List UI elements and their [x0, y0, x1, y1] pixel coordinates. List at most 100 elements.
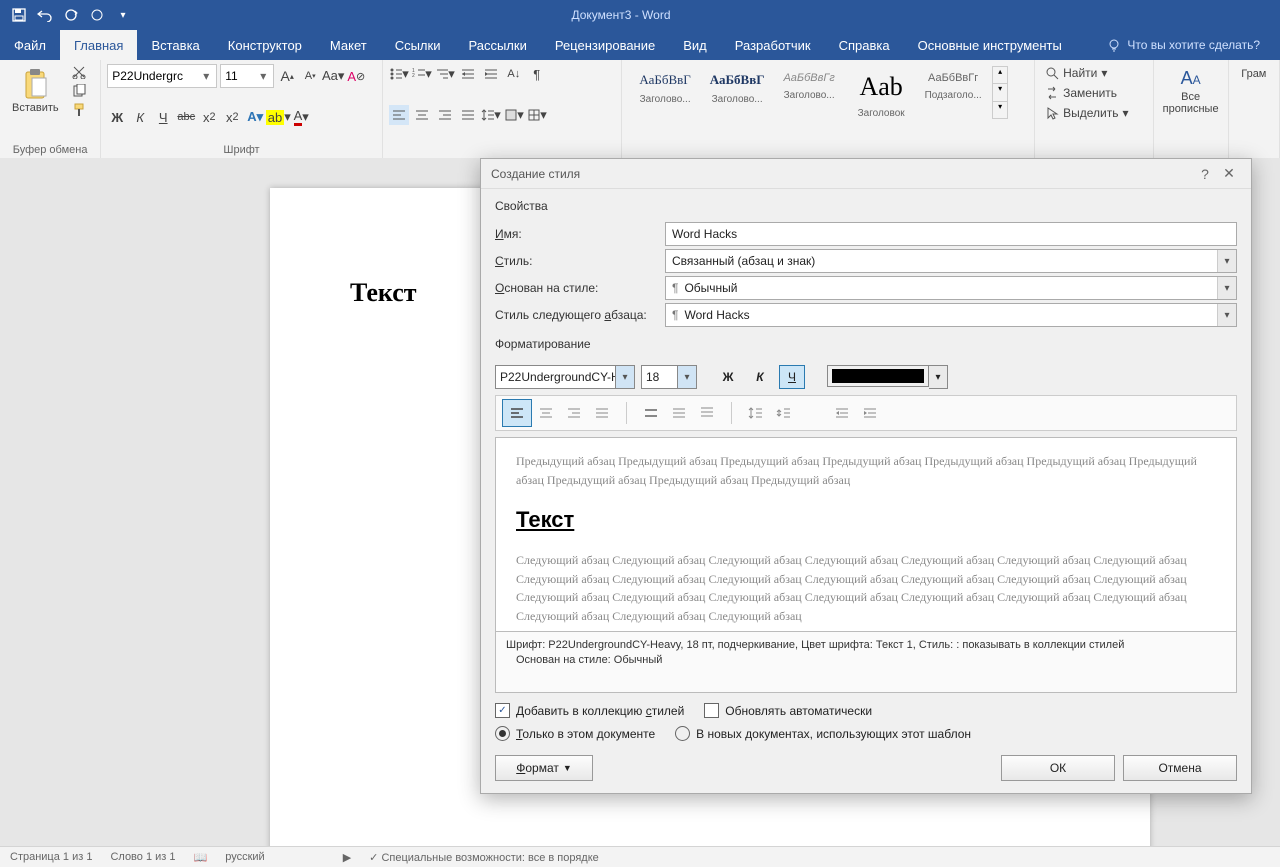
italic-button[interactable]: К — [130, 107, 150, 127]
chevron-down-icon[interactable]: ▾ — [929, 365, 948, 389]
all-caps-button[interactable]: AA Всепрописные — [1160, 64, 1222, 119]
dlg-spacing-15[interactable] — [665, 400, 693, 426]
tell-me-search[interactable]: Что вы хотите сделать? — [1107, 30, 1280, 60]
shading-icon[interactable]: ▾ — [504, 105, 524, 125]
numbering-icon[interactable]: 12▾ — [412, 64, 432, 84]
undo-icon[interactable] — [36, 6, 54, 24]
increase-indent-icon[interactable] — [481, 64, 501, 84]
style-type-select[interactable]: Связанный (абзац и знак)▾ — [665, 249, 1237, 273]
align-center-icon[interactable] — [412, 105, 432, 125]
shrink-font-icon[interactable]: A▾ — [300, 66, 320, 86]
tab-developer[interactable]: Разработчик — [721, 30, 825, 60]
dlg-size-combo[interactable]: 18▾ — [641, 365, 697, 389]
multilevel-list-icon[interactable]: ▾ — [435, 64, 455, 84]
grammar-button[interactable]: Грам — [1235, 64, 1273, 84]
line-spacing-icon[interactable]: ▾ — [481, 105, 501, 125]
align-right-icon[interactable] — [435, 105, 455, 125]
ok-button[interactable]: ОК — [1001, 755, 1115, 781]
grow-font-icon[interactable]: A▴ — [277, 66, 297, 86]
font-size-combo[interactable]: 11▾ — [220, 64, 274, 88]
highlight-icon[interactable]: ab▾ — [268, 107, 288, 127]
style-item[interactable]: AаbЗаголовок — [848, 66, 914, 119]
tab-help[interactable]: Справка — [825, 30, 904, 60]
justify-icon[interactable] — [458, 105, 478, 125]
dlg-align-right[interactable] — [560, 400, 588, 426]
dlg-spacing-2[interactable] — [693, 400, 721, 426]
dlg-para-space-dec[interactable] — [770, 400, 798, 426]
tab-home[interactable]: Главная — [60, 30, 137, 60]
change-case-icon[interactable]: Aa▾ — [323, 66, 343, 86]
styles-scroll-down[interactable]: ▾ — [993, 83, 1007, 100]
dlg-align-center[interactable] — [532, 400, 560, 426]
align-left-icon[interactable] — [389, 105, 409, 125]
dlg-indent-inc[interactable] — [856, 400, 884, 426]
dlg-font-color[interactable] — [827, 365, 929, 387]
name-input[interactable]: Word Hacks — [665, 222, 1237, 246]
show-marks-icon[interactable]: ¶ — [527, 64, 547, 84]
font-name-combo[interactable]: P22Undergrc▾ — [107, 64, 217, 88]
redo-icon[interactable] — [62, 6, 80, 24]
font-color-icon[interactable]: A▾ — [291, 107, 311, 127]
bullets-icon[interactable]: ▾ — [389, 64, 409, 84]
bold-button[interactable]: Ж — [107, 107, 127, 127]
dlg-bold-button[interactable]: Ж — [715, 365, 741, 389]
based-on-select[interactable]: ¶Обычный▾ — [665, 276, 1237, 300]
tab-view[interactable]: Вид — [669, 30, 721, 60]
tab-main-tools[interactable]: Основные инструменты — [904, 30, 1076, 60]
tab-layout[interactable]: Макет — [316, 30, 381, 60]
dlg-spacing-1[interactable] — [637, 400, 665, 426]
save-icon[interactable] — [10, 6, 28, 24]
borders-icon[interactable]: ▾ — [527, 105, 547, 125]
next-style-select[interactable]: ¶Word Hacks▾ — [665, 303, 1237, 327]
find-button[interactable]: Найти ▾ — [1041, 64, 1147, 82]
status-language[interactable]: русский — [225, 851, 264, 863]
subscript-icon[interactable]: x2 — [199, 107, 219, 127]
format-button[interactable]: Формат▼ — [495, 755, 593, 781]
dlg-justify[interactable] — [588, 400, 616, 426]
cut-icon[interactable] — [70, 64, 88, 80]
underline-button[interactable]: Ч — [153, 107, 173, 127]
cancel-button[interactable]: Отмена — [1123, 755, 1237, 781]
replace-button[interactable]: Заменить — [1041, 84, 1147, 102]
sort-icon[interactable]: A↓ — [504, 64, 524, 84]
styles-expand[interactable]: ▾ — [993, 101, 1007, 118]
dlg-indent-dec[interactable] — [828, 400, 856, 426]
tab-references[interactable]: Ссылки — [381, 30, 455, 60]
qat-customize-icon[interactable]: ▾ — [114, 6, 132, 24]
styles-scroll-up[interactable]: ▴ — [993, 67, 1007, 83]
tab-file[interactable]: Файл — [0, 30, 60, 60]
format-painter-icon[interactable] — [70, 102, 88, 118]
dlg-italic-button[interactable]: К — [747, 365, 773, 389]
touch-mode-icon[interactable] — [88, 6, 106, 24]
clear-formatting-icon[interactable]: A⊘ — [346, 66, 366, 86]
status-page[interactable]: Страница 1 из 1 — [10, 851, 92, 863]
rad-this-doc[interactable]: Только в этом документе — [495, 726, 655, 741]
dlg-para-space-inc[interactable] — [742, 400, 770, 426]
dlg-font-combo[interactable]: P22UndergroundCY-He▾ — [495, 365, 635, 389]
decrease-indent-icon[interactable] — [458, 64, 478, 84]
status-words[interactable]: Слово 1 из 1 — [110, 851, 175, 863]
status-macro-icon[interactable]: ▶ — [343, 851, 351, 864]
tab-review[interactable]: Рецензирование — [541, 30, 669, 60]
style-item[interactable]: АаБбВвГгЗаголово... — [776, 66, 842, 119]
copy-icon[interactable] — [70, 83, 88, 99]
paste-button[interactable]: Вставить — [6, 64, 65, 118]
select-button[interactable]: Выделить ▾ — [1041, 104, 1147, 122]
rad-template[interactable]: В новых документах, использующих этот ша… — [675, 726, 971, 741]
tab-design[interactable]: Конструктор — [214, 30, 316, 60]
style-item[interactable]: АаБбВвГЗаголово... — [704, 66, 770, 119]
dlg-align-left[interactable] — [502, 399, 532, 427]
chk-add-to-gallery[interactable]: ✓Добавить в коллекцию стилей — [495, 703, 684, 718]
style-item[interactable]: АаБбВвГгПодзаголо... — [920, 66, 986, 119]
close-icon[interactable]: ✕ — [1217, 165, 1241, 182]
status-a11y[interactable]: ✓ Специальные возможности: все в порядке — [369, 851, 599, 864]
tab-mailings[interactable]: Рассылки — [454, 30, 540, 60]
chk-auto-update[interactable]: Обновлять автоматически — [704, 703, 872, 718]
superscript-icon[interactable]: x2 — [222, 107, 242, 127]
dlg-underline-button[interactable]: Ч — [779, 365, 805, 389]
status-proof-icon[interactable]: 📖 — [194, 851, 208, 864]
style-item[interactable]: АаБбВвГЗаголово... — [632, 66, 698, 119]
strikethrough-button[interactable]: abc — [176, 107, 196, 127]
styles-gallery[interactable]: АаБбВвГЗаголово... АаБбВвГЗаголово... Аа… — [628, 64, 1028, 121]
text-effects-icon[interactable]: A▾ — [245, 107, 265, 127]
